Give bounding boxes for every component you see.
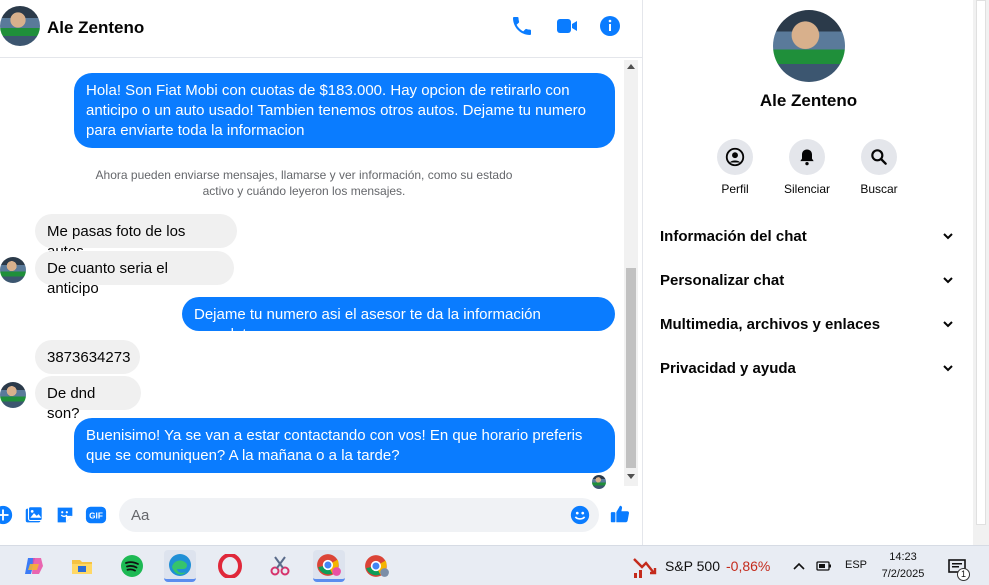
search-action-circle[interactable] bbox=[861, 139, 897, 175]
plus-icon[interactable] bbox=[0, 504, 14, 526]
user-circle-icon bbox=[725, 147, 745, 167]
page-scroll-thumb[interactable] bbox=[976, 0, 986, 525]
info-icon[interactable] bbox=[598, 14, 622, 38]
chevron-up-icon[interactable] bbox=[792, 559, 806, 573]
incoming-message[interactable]: Me pasas foto de los autos bbox=[35, 214, 237, 260]
message-scrollbar[interactable] bbox=[624, 60, 638, 486]
profile-action-circle[interactable] bbox=[717, 139, 753, 175]
mute-action-circle[interactable] bbox=[789, 139, 825, 175]
stock-ticker-name[interactable]: S&P 500 bbox=[665, 558, 720, 574]
chevron-down-icon bbox=[943, 277, 953, 284]
gif-label: GIF bbox=[89, 512, 103, 521]
chrome-profile-app-icon[interactable] bbox=[313, 550, 345, 582]
chrome-app-icon[interactable] bbox=[361, 550, 393, 582]
chrome-icon bbox=[365, 555, 389, 577]
stock-ticker-change[interactable]: -0,86% bbox=[726, 558, 770, 574]
scroll-up-arrow[interactable] bbox=[627, 64, 635, 69]
composer: GIF bbox=[0, 486, 642, 545]
chat-header: Ale Zenteno bbox=[0, 0, 642, 58]
section-media-files-links[interactable]: Multimedia, archivos y enlaces bbox=[660, 312, 960, 336]
profile-name: Ale Zenteno bbox=[759, 91, 858, 110]
scroll-thumb[interactable] bbox=[626, 268, 636, 468]
mute-button[interactable]: Silenciar bbox=[772, 139, 842, 196]
spotify-icon bbox=[121, 555, 143, 577]
image-icon[interactable] bbox=[23, 504, 45, 526]
section-customize-chat[interactable]: Personalizar chat bbox=[660, 268, 960, 292]
section-label: Multimedia, archivos y enlaces bbox=[660, 316, 881, 333]
chevron-down-icon bbox=[943, 365, 953, 372]
copilot-icon bbox=[25, 558, 43, 574]
section-label: Privacidad y ayuda bbox=[660, 360, 796, 377]
messenger-window: Ale Zenteno Hola! Son Fiat Mobi con cuot… bbox=[0, 0, 989, 545]
gif-icon[interactable]: GIF bbox=[85, 504, 107, 526]
edge-icon bbox=[169, 553, 191, 576]
section-label: Información del chat bbox=[660, 228, 807, 245]
section-chat-info[interactable]: Información del chat bbox=[660, 224, 960, 248]
message-input-wrapper bbox=[119, 498, 599, 532]
notification-count-badge: 1 bbox=[957, 568, 970, 581]
system-notice: Ahora pueden enviarse mensajes, llamarse… bbox=[95, 168, 513, 198]
clock-time[interactable]: 14:23 bbox=[870, 551, 936, 563]
outgoing-message[interactable]: Buenisimo! Ya se van a estar contactando… bbox=[74, 418, 615, 473]
scroll-down-arrow[interactable] bbox=[627, 474, 635, 479]
chevron-down-icon bbox=[943, 321, 953, 328]
incoming-message[interactable]: De cuanto seria el anticipo bbox=[35, 251, 234, 297]
video-call-icon[interactable] bbox=[555, 14, 579, 38]
scissors-icon bbox=[270, 556, 290, 576]
incoming-message[interactable]: De dnd son? bbox=[35, 376, 141, 422]
search-label: Buscar bbox=[860, 182, 898, 196]
edge-app-icon[interactable] bbox=[164, 550, 196, 582]
contact-name[interactable]: Ale Zenteno bbox=[47, 18, 144, 38]
chevron-down-icon bbox=[943, 233, 953, 240]
windows-taskbar: S&P 500 -0,86% ESP 14:23 7/2/2025 1 bbox=[0, 545, 989, 585]
search-icon bbox=[871, 149, 887, 165]
bell-icon bbox=[800, 149, 814, 166]
snipping-tool-app-icon[interactable] bbox=[264, 550, 296, 582]
page-scrollbar[interactable] bbox=[973, 0, 989, 545]
incoming-message[interactable]: 3873634273 bbox=[35, 340, 140, 374]
sender-avatar[interactable] bbox=[0, 382, 26, 408]
contact-avatar[interactable] bbox=[0, 6, 40, 46]
outgoing-message[interactable]: Hola! Son Fiat Mobi con cuotas de $183.0… bbox=[74, 73, 615, 148]
input-language[interactable]: ESP bbox=[845, 559, 867, 571]
profile-button[interactable]: Perfil bbox=[700, 139, 770, 196]
emoji-icon[interactable] bbox=[569, 504, 591, 526]
section-label: Personalizar chat bbox=[660, 272, 785, 289]
copilot-app-icon[interactable] bbox=[18, 550, 50, 582]
opera-app-icon[interactable] bbox=[214, 550, 246, 582]
mute-label: Silenciar bbox=[783, 182, 831, 196]
file-explorer-app-icon[interactable] bbox=[66, 550, 98, 582]
opera-icon bbox=[218, 554, 242, 578]
spotify-app-icon[interactable] bbox=[116, 550, 148, 582]
section-privacy-help[interactable]: Privacidad y ayuda bbox=[660, 356, 960, 380]
search-button[interactable]: Buscar bbox=[844, 139, 914, 196]
folder-icon bbox=[72, 560, 92, 574]
message-input[interactable] bbox=[131, 498, 561, 532]
phone-icon[interactable] bbox=[510, 14, 534, 38]
profile-avatar[interactable] bbox=[773, 10, 845, 82]
sender-avatar[interactable] bbox=[0, 257, 26, 283]
stock-down-icon[interactable] bbox=[632, 555, 658, 579]
outgoing-message[interactable]: Dejame tu numero asi el asesor te da la … bbox=[182, 297, 615, 343]
chrome-icon bbox=[317, 553, 341, 576]
conversation-details-panel: Ale Zenteno Perfil Silenciar Buscar Info… bbox=[642, 0, 973, 545]
sticker-icon[interactable] bbox=[54, 504, 76, 526]
like-icon[interactable] bbox=[609, 503, 631, 525]
clock-date[interactable]: 7/2/2025 bbox=[870, 568, 936, 580]
battery-icon[interactable] bbox=[816, 559, 832, 573]
profile-label: Perfil bbox=[721, 182, 749, 196]
message-list[interactable]: Hola! Son Fiat Mobi con cuotas de $183.0… bbox=[0, 58, 624, 489]
